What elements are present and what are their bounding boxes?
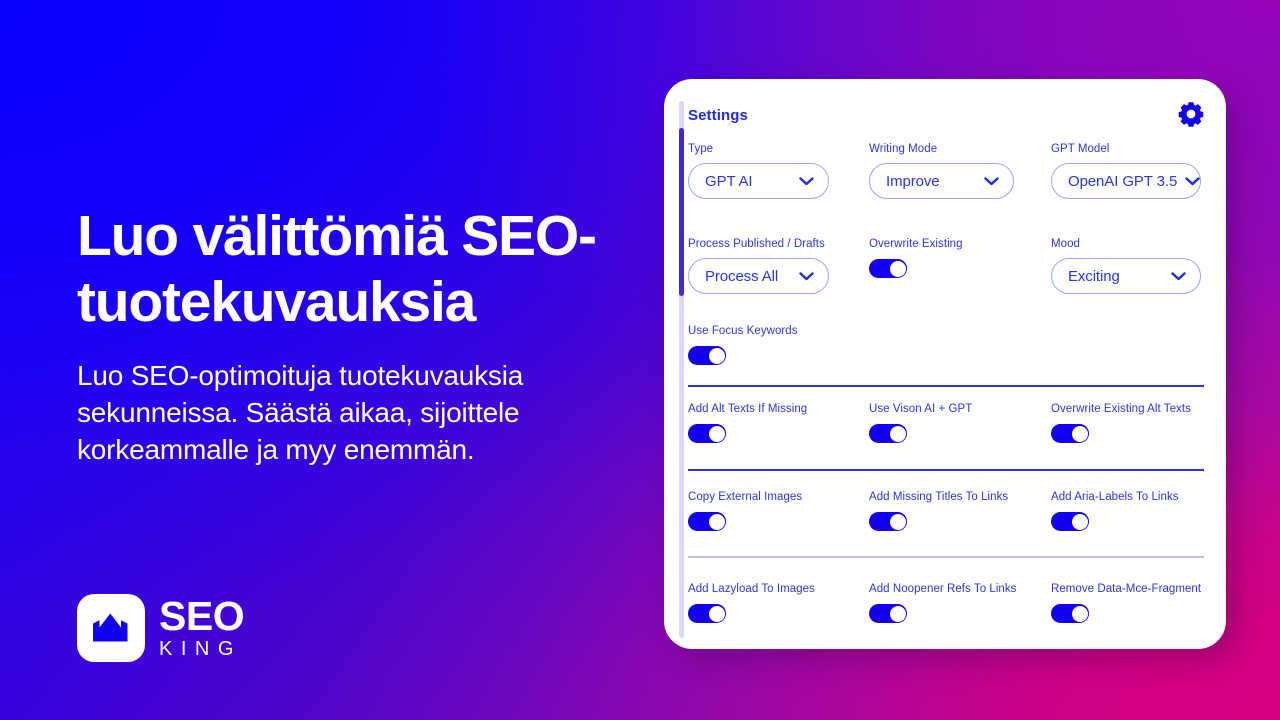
field-type: Type GPT AI <box>688 143 869 199</box>
field-label: Writing Mode <box>869 143 938 155</box>
field-remove-data-mce-fragment: Remove Data-Mce-Fragment <box>1051 583 1208 623</box>
field-add-aria-labels-to-links: Add Aria-Labels To Links <box>1051 491 1208 531</box>
bar-chart-crown-icon <box>77 594 145 662</box>
copy-external-images-toggle[interactable] <box>688 512 726 531</box>
field-use-vison-ai-gpt: Use Vison AI + GPT <box>869 403 1051 443</box>
mood-select[interactable]: Exciting <box>1051 258 1201 294</box>
field-label: Add Aria-Labels To Links <box>1051 491 1179 503</box>
field-overwrite-existing: Overwrite Existing <box>869 238 1051 294</box>
panel-title: Settings <box>688 107 748 124</box>
remove-data-mce-fragment-toggle[interactable] <box>1051 604 1089 623</box>
chevron-down-icon <box>984 176 999 185</box>
field-writing-mode: Writing Mode Improve <box>869 143 1051 199</box>
field-label: Add Alt Texts If Missing <box>688 403 808 415</box>
add-alt-texts-toggle[interactable] <box>688 424 726 443</box>
section-divider <box>688 469 1204 471</box>
field-overwrite-existing-alt-texts: Overwrite Existing Alt Texts <box>1051 403 1208 443</box>
chevron-down-icon <box>799 271 814 280</box>
field-add-noopener-refs-to-links: Add Noopener Refs To Links <box>869 583 1051 623</box>
settings-row-3: Use Focus Keywords <box>688 325 1208 365</box>
chevron-down-icon <box>799 176 814 185</box>
field-process-published-drafts: Process Published / Drafts Process All <box>688 238 869 294</box>
logo-secondary-text: KING <box>159 637 242 660</box>
logo-primary-text: SEO <box>159 592 245 639</box>
panel-scrollbar-thumb[interactable] <box>679 128 684 296</box>
field-add-missing-titles-to-links: Add Missing Titles To Links <box>869 491 1051 531</box>
settings-row-2: Process Published / Drafts Process All O… <box>688 238 1208 294</box>
field-label: Type <box>688 143 714 155</box>
section-divider <box>688 556 1204 558</box>
writing-mode-select[interactable]: Improve <box>869 163 1014 199</box>
select-value: OpenAI GPT 3.5 <box>1068 172 1178 190</box>
add-lazyload-toggle[interactable] <box>688 604 726 623</box>
overwrite-existing-toggle[interactable] <box>869 259 907 278</box>
seoking-logo: SEO KING <box>77 592 245 662</box>
gear-icon[interactable] <box>1176 99 1206 129</box>
add-noopener-refs-toggle[interactable] <box>869 604 907 623</box>
field-label: Remove Data-Mce-Fragment <box>1051 583 1202 595</box>
type-select[interactable]: GPT AI <box>688 163 829 199</box>
settings-row-5: Copy External Images Add Missing Titles … <box>688 491 1208 531</box>
logo-wordmark: SEO KING <box>159 592 245 661</box>
section-divider <box>688 385 1204 387</box>
settings-row-4: Add Alt Texts If Missing Use Vison AI + … <box>688 403 1208 443</box>
field-add-alt-texts-if-missing: Add Alt Texts If Missing <box>688 403 869 443</box>
field-use-focus-keywords: Use Focus Keywords <box>688 325 869 365</box>
field-gpt-model: GPT Model OpenAI GPT 3.5 <box>1051 143 1208 199</box>
field-label: Add Lazyload To Images <box>688 583 815 595</box>
add-missing-titles-toggle[interactable] <box>869 512 907 531</box>
select-value: Improve <box>886 172 940 190</box>
field-add-lazyload-to-images: Add Lazyload To Images <box>688 583 869 623</box>
use-vision-ai-toggle[interactable] <box>869 424 907 443</box>
settings-row-6: Add Lazyload To Images Add Noopener Refs… <box>688 583 1208 623</box>
gpt-model-select[interactable]: OpenAI GPT 3.5 <box>1051 163 1201 199</box>
field-label: GPT Model <box>1051 143 1110 155</box>
use-focus-keywords-toggle[interactable] <box>688 346 726 365</box>
field-label: Overwrite Existing <box>869 238 963 250</box>
field-label: Use Vison AI + GPT <box>869 403 973 415</box>
chevron-down-icon <box>1171 271 1186 280</box>
select-value: Exciting <box>1068 267 1120 285</box>
field-mood: Mood Exciting <box>1051 238 1208 294</box>
field-copy-external-images: Copy External Images <box>688 491 869 531</box>
settings-row-1: Type GPT AI Writing Mode Improve GPT Mod… <box>688 143 1208 199</box>
field-label: Add Noopener Refs To Links <box>869 583 1017 595</box>
field-label: Copy External Images <box>688 491 803 503</box>
select-value: Process All <box>705 267 779 285</box>
page-subtitle: Luo SEO-optimoituja tuotekuvauksia sekun… <box>77 360 524 465</box>
field-label: Overwrite Existing Alt Texts <box>1051 403 1191 415</box>
field-label: Use Focus Keywords <box>688 325 798 337</box>
field-label: Process Published / Drafts <box>688 238 825 250</box>
chevron-down-icon <box>1185 176 1200 185</box>
process-published-select[interactable]: Process All <box>688 258 829 294</box>
field-label: Add Missing Titles To Links <box>869 491 1009 503</box>
page-title: Luo välittömiä SEO-tuotekuvauksia <box>77 204 597 334</box>
overwrite-alt-texts-toggle[interactable] <box>1051 424 1089 443</box>
field-label: Mood <box>1051 238 1080 250</box>
add-aria-labels-toggle[interactable] <box>1051 512 1089 531</box>
select-value: GPT AI <box>705 172 753 190</box>
